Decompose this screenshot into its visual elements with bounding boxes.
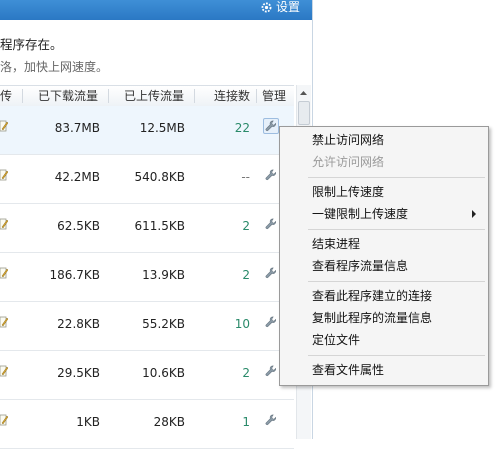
menu-item[interactable]: 定位文件 (312, 330, 360, 350)
downloaded-value: 186.7KB (49, 268, 100, 282)
wrench-icon[interactable] (264, 364, 280, 380)
connections-value: 10 (234, 317, 250, 331)
menu-item[interactable]: 查看程序流量信息 (312, 256, 408, 276)
edit-icon (0, 267, 9, 279)
table-row[interactable]: 186.7KB 13.9KB 2 (0, 253, 294, 302)
table-row[interactable]: 83.7MB 12.5MB 22 (0, 106, 294, 155)
edit-icon (0, 316, 9, 328)
menu-item[interactable]: 结束进程 (312, 234, 360, 254)
connections-value: 22 (234, 121, 250, 135)
connections-value: 2 (242, 366, 250, 380)
downloaded-value: 29.5KB (57, 366, 100, 380)
connections-value: 1 (242, 415, 250, 429)
column-divider (22, 89, 23, 103)
traffic-table: 83.7MB 12.5MB 22 42.2MB 540.8KB -- 62.5KB 611.5… (0, 106, 294, 449)
uploaded-value: 540.8KB (134, 170, 185, 184)
wrench-icon[interactable] (264, 168, 280, 184)
tip-text: 洛，加快上网速度。 (0, 60, 109, 74)
menu-item[interactable]: 一键限制上传速度 (312, 204, 408, 224)
table-row[interactable]: 1KB 28KB 1 (0, 400, 294, 449)
column-downloaded[interactable]: 已下载流量 (38, 86, 98, 106)
table-row[interactable]: 62.5KB 611.5KB 2 (0, 204, 294, 253)
table-row[interactable]: 22.8KB 55.2KB 10 (0, 302, 294, 351)
edit-icon (0, 365, 9, 377)
column-connections[interactable]: 连接数 (214, 86, 250, 106)
uploaded-value: 12.5MB (139, 121, 185, 135)
column-divider (108, 89, 109, 103)
edit-icon (0, 169, 9, 181)
downloaded-value: 42.2MB (54, 170, 100, 184)
wrench-icon[interactable] (264, 217, 280, 233)
table-row[interactable]: 29.5KB 10.6KB 2 (0, 351, 294, 400)
column-divider (256, 89, 257, 103)
edit-icon (0, 414, 9, 426)
connections-value: 2 (242, 219, 250, 233)
wrench-icon[interactable] (263, 118, 279, 134)
uploaded-value: 10.6KB (142, 366, 185, 380)
table-header: 传 已下载流量 已上传流量 连接数 管理 (0, 85, 294, 107)
menu-item[interactable]: 禁止访问网络 (312, 130, 384, 150)
settings-label: 设置 (275, 0, 300, 14)
downloaded-value: 62.5KB (57, 219, 100, 233)
uploaded-value: 28KB (153, 415, 185, 429)
uploaded-value: 55.2KB (142, 317, 185, 331)
menu-item[interactable]: 限制上传速度 (312, 182, 384, 202)
uploaded-value: 13.9KB (142, 268, 185, 282)
downloaded-value: 83.7MB (54, 121, 100, 135)
menu-item[interactable]: 允许访问网络 (312, 152, 384, 172)
column-manage[interactable]: 管理 (262, 86, 286, 106)
settings-button[interactable]: 设置 (260, 0, 300, 14)
column-upload-speed[interactable]: 传 (0, 86, 12, 106)
column-uploaded[interactable]: 已上传流量 (124, 86, 184, 106)
wrench-icon[interactable] (264, 315, 280, 331)
submenu-arrow-icon (472, 210, 476, 218)
wrench-icon[interactable] (264, 266, 280, 282)
notice-text: 程序存在。 (0, 37, 63, 52)
menu-separator (308, 229, 485, 230)
downloaded-value: 1KB (76, 415, 100, 429)
wrench-icon[interactable] (264, 413, 280, 429)
connections-value: 2 (242, 268, 250, 282)
connections-value: -- (241, 170, 250, 184)
column-divider (194, 89, 195, 103)
scroll-up-icon[interactable] (297, 86, 310, 100)
edit-icon (0, 120, 9, 132)
menu-separator (308, 177, 485, 178)
menu-item[interactable]: 查看此程序建立的连接 (312, 286, 432, 306)
menu-separator (308, 355, 485, 356)
scroll-thumb[interactable] (298, 101, 310, 125)
edit-icon (0, 218, 9, 230)
uploaded-value: 611.5KB (134, 219, 185, 233)
title-bar: 设置 (0, 0, 312, 20)
table-row[interactable]: 42.2MB 540.8KB -- (0, 155, 294, 204)
downloaded-value: 22.8KB (57, 317, 100, 331)
context-menu: 禁止访问网络 允许访问网络 限制上传速度 一键限制上传速度 结束进程 查看程序流量信息 查看… (279, 126, 489, 386)
menu-item[interactable]: 查看文件属性 (312, 360, 384, 380)
menu-separator (308, 281, 485, 282)
menu-item[interactable]: 复制此程序的流量信息 (312, 308, 432, 328)
gear-icon (261, 2, 272, 12)
